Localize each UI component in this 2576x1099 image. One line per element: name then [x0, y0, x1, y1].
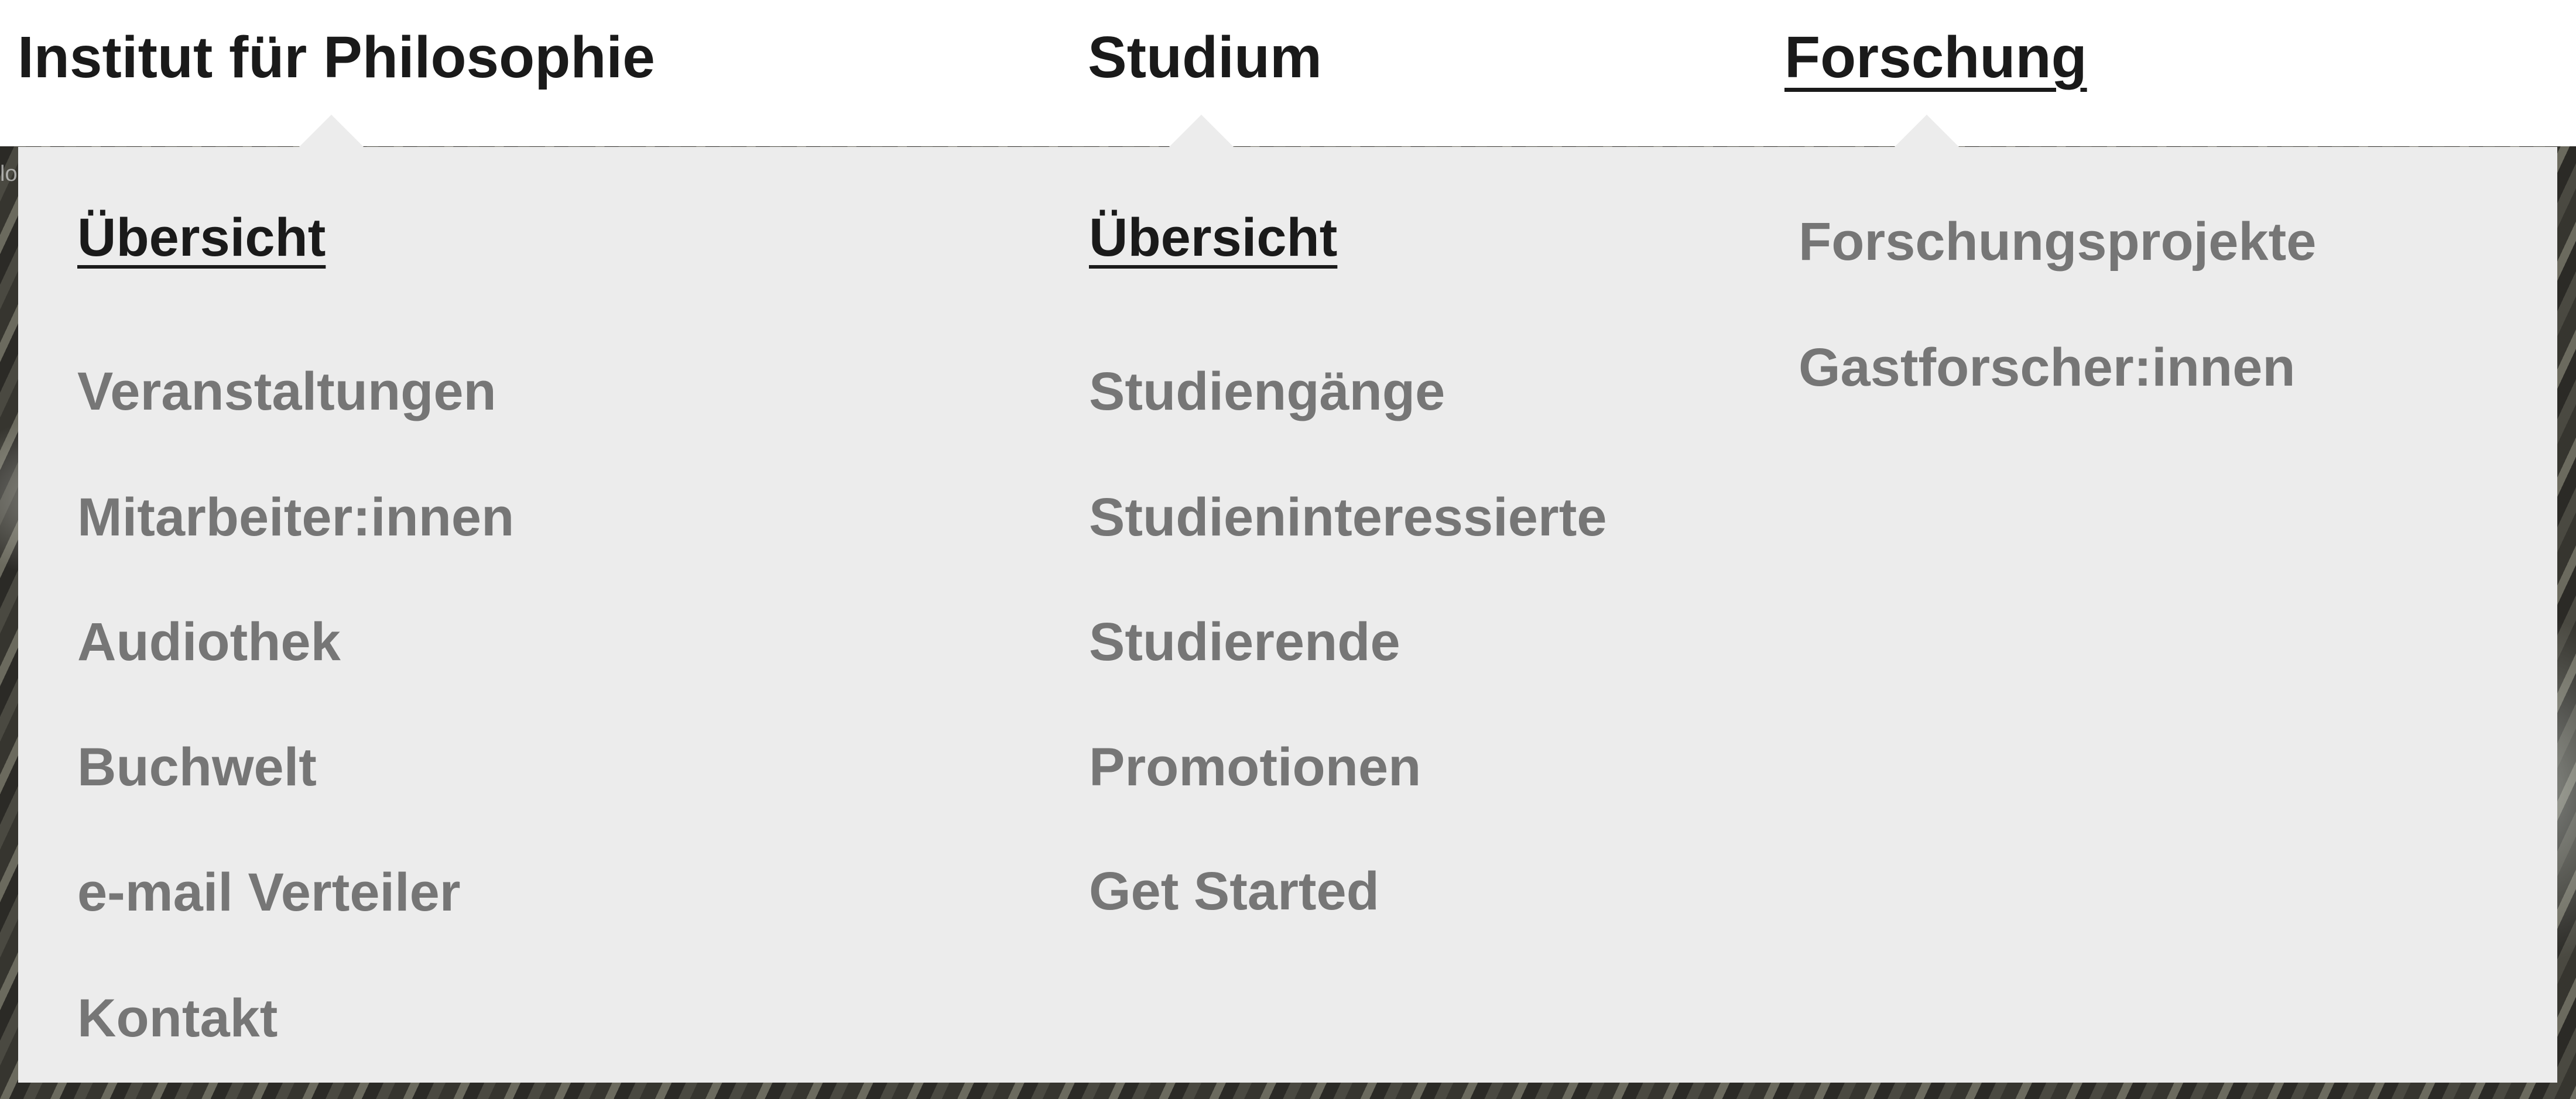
menu-item-institut-uebersicht[interactable]: Übersicht	[77, 205, 326, 270]
menu-item-studiengaenge[interactable]: Studiengänge	[1089, 359, 1445, 424]
menu-item-buchwelt[interactable]: Buchwelt	[77, 735, 317, 799]
menu-item-veranstaltungen[interactable]: Veranstaltungen	[77, 359, 496, 424]
dropdown-mega-menu: Übersicht Veranstaltungen Mitarbeiter:in…	[18, 147, 2557, 1083]
menu-item-get-started[interactable]: Get Started	[1089, 859, 1379, 923]
menu-item-forschungsprojekte[interactable]: Forschungsprojekte	[1799, 210, 2316, 274]
nav-item-studium[interactable]: Studium	[1088, 22, 1322, 92]
menu-item-gastforscherinnen[interactable]: Gastforscher:innen	[1799, 335, 2296, 400]
menu-item-studium-uebersicht[interactable]: Übersicht	[1089, 205, 1337, 270]
menu-item-promotionen[interactable]: Promotionen	[1089, 735, 1421, 799]
caret-studium	[1169, 115, 1234, 147]
menu-item-mitarbeiterinnen[interactable]: Mitarbeiter:innen	[77, 485, 514, 550]
menu-item-studierende[interactable]: Studierende	[1089, 610, 1400, 674]
background-caption: lo	[0, 162, 18, 186]
menu-item-email-verteiler[interactable]: e-mail Verteiler	[77, 860, 461, 925]
caret-institut	[299, 115, 364, 147]
menu-item-kontakt[interactable]: Kontakt	[77, 986, 278, 1050]
nav-item-forschung[interactable]: Forschung	[1784, 22, 2087, 92]
nav-item-institut[interactable]: Institut für Philosophie	[18, 22, 655, 92]
menu-item-audiothek[interactable]: Audiothek	[77, 610, 341, 674]
menu-item-studieninteressierte[interactable]: Studieninteressierte	[1089, 485, 1607, 550]
top-navigation-bar: Institut für Philosophie Studium Forschu…	[0, 0, 2576, 146]
caret-forschung	[1894, 115, 1960, 147]
